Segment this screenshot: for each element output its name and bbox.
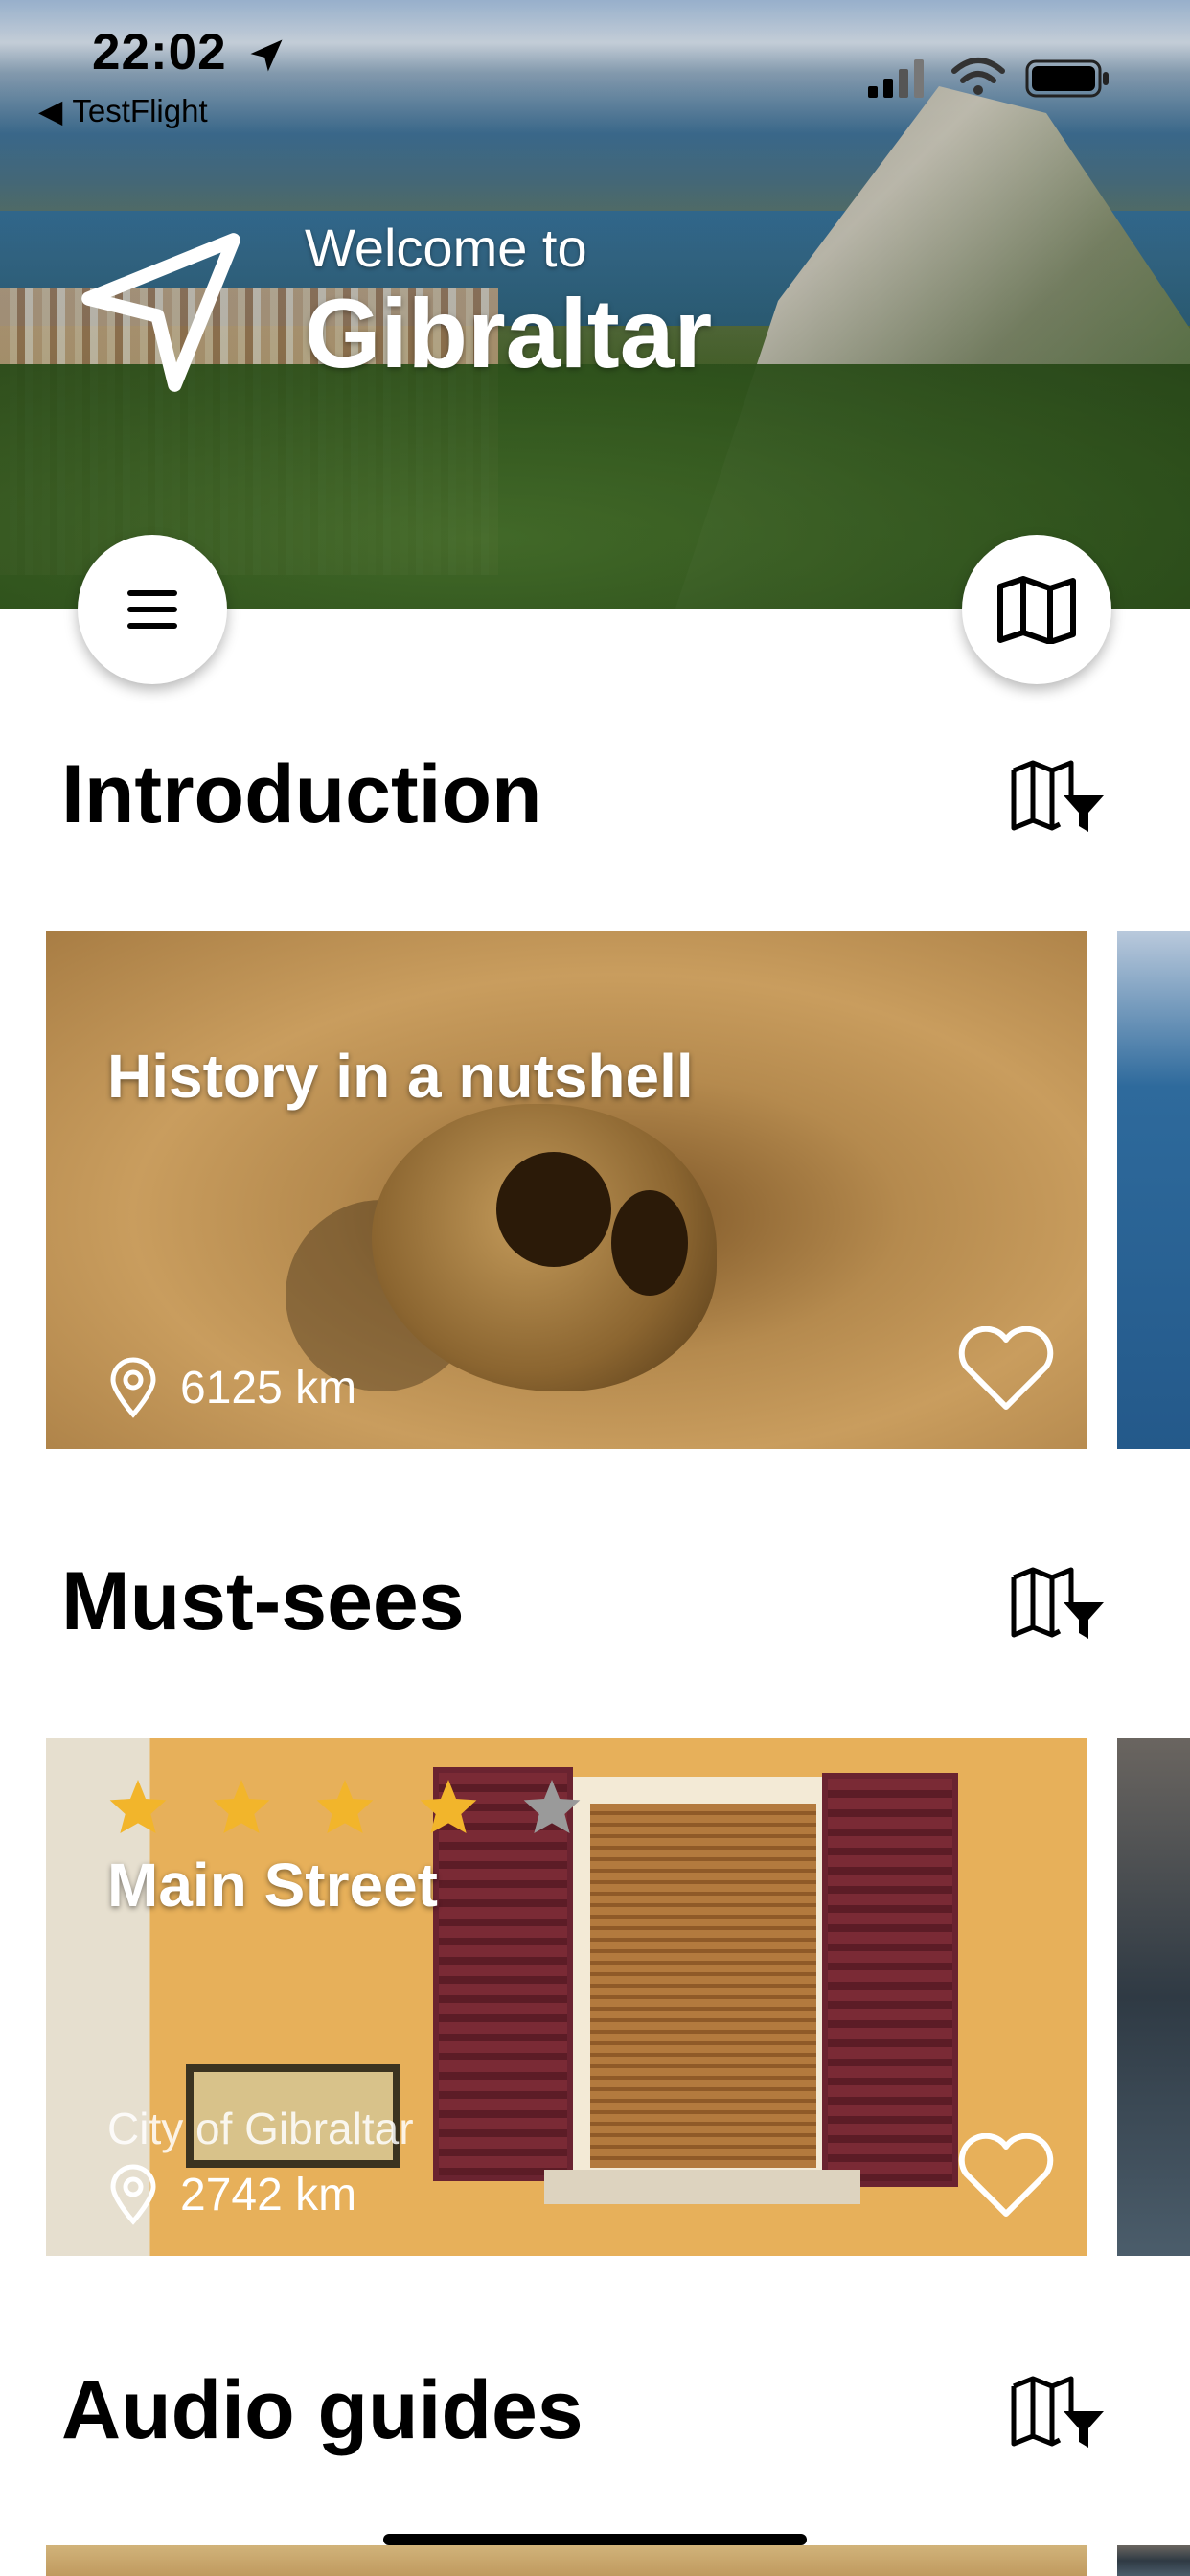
section-title-introduction: Introduction bbox=[61, 748, 542, 840]
section-title-must-sees: Must-sees bbox=[61, 1555, 465, 1647]
back-triangle-icon: ◀ bbox=[38, 93, 63, 128]
battery-icon bbox=[1025, 59, 1109, 98]
back-app-label: TestFlight bbox=[72, 93, 208, 128]
welcome-subtitle: Welcome to bbox=[305, 218, 587, 278]
card-title: Main Street bbox=[107, 1851, 438, 1920]
location-pin-icon bbox=[110, 1357, 156, 1418]
cellular-signal-icon bbox=[868, 59, 924, 98]
card-audio-guide[interactable] bbox=[46, 2545, 1087, 2576]
favorite-heart-icon[interactable] bbox=[956, 1326, 1056, 1413]
destination-title: Gibraltar bbox=[305, 279, 713, 388]
card-title: History in a nutshell bbox=[107, 1042, 694, 1111]
card-history-in-a-nutshell[interactable]: History in a nutshell 6125 km bbox=[46, 932, 1087, 1449]
star-empty-icon bbox=[523, 1780, 581, 1833]
map-filter-icon[interactable] bbox=[1010, 757, 1106, 834]
rating-stars bbox=[107, 1777, 583, 1836]
hamburger-menu-icon bbox=[127, 590, 177, 629]
menu-button[interactable] bbox=[78, 535, 227, 684]
card-peek-next[interactable] bbox=[1117, 932, 1190, 1449]
star-filled-icon bbox=[213, 1780, 270, 1833]
status-time: 22:02 bbox=[92, 24, 227, 80]
map-filter-icon[interactable] bbox=[1010, 2373, 1106, 2450]
navigation-arrow-icon bbox=[81, 233, 240, 392]
card-peek-next[interactable] bbox=[1117, 1738, 1190, 2256]
star-filled-icon bbox=[316, 1780, 374, 1833]
map-filter-icon[interactable] bbox=[1010, 1564, 1106, 1641]
card-distance: 2742 km bbox=[107, 2164, 356, 2225]
card-peek-next[interactable] bbox=[1117, 2545, 1190, 2576]
card-distance: 6125 km bbox=[107, 1357, 356, 1418]
hero-banner: 22:02 ◀ TestFlight Welcome to Gibraltar bbox=[0, 0, 1190, 610]
home-indicator[interactable] bbox=[383, 2534, 807, 2545]
location-arrow-icon bbox=[250, 39, 283, 72]
distance-value: 2742 km bbox=[180, 2169, 357, 2220]
distance-value: 6125 km bbox=[180, 1362, 357, 1414]
status-bar: 22:02 ◀ TestFlight bbox=[0, 0, 1190, 128]
star-filled-icon bbox=[420, 1780, 477, 1833]
map-icon bbox=[997, 576, 1076, 644]
card-subtitle: City of Gibraltar bbox=[107, 2104, 414, 2153]
star-filled-icon bbox=[109, 1780, 167, 1833]
map-button[interactable] bbox=[962, 535, 1111, 684]
favorite-heart-icon[interactable] bbox=[956, 2133, 1056, 2220]
wifi-icon bbox=[951, 58, 1005, 95]
section-title-audio-guides: Audio guides bbox=[61, 2364, 584, 2456]
location-pin-icon bbox=[110, 2164, 156, 2225]
card-main-street[interactable]: Main Street City of Gibraltar 2742 km bbox=[46, 1738, 1087, 2256]
back-to-app-link[interactable]: ◀ TestFlight bbox=[38, 92, 208, 129]
